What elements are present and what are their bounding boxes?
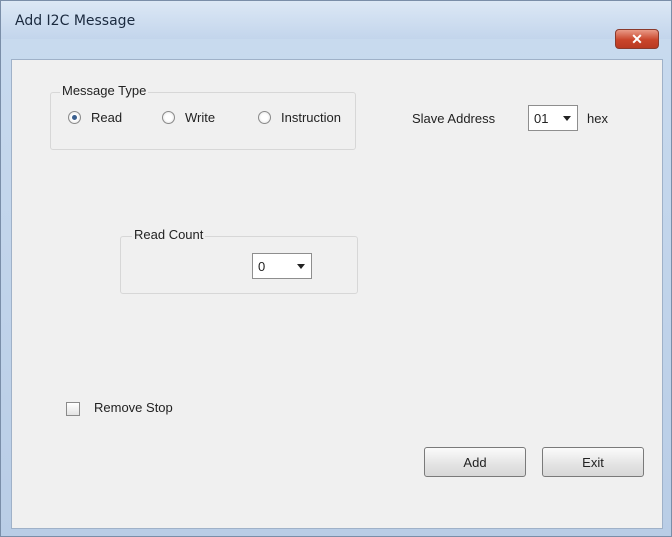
radio-write-indicator [162,111,175,124]
close-button[interactable]: ✕ [615,29,659,49]
radio-write[interactable]: Write [162,110,215,125]
message-type-label: Message Type [60,83,149,98]
radio-read-label: Read [91,110,123,125]
read-count-group [120,236,358,294]
radio-write-label: Write [185,110,216,125]
radio-read[interactable]: Read [68,110,122,125]
radio-instruction[interactable]: Instruction [258,110,341,125]
remove-stop-box [66,402,80,416]
title-bar: Add I2C Message ✕ [1,1,671,49]
slave-address-unit: hex [587,111,608,126]
radio-instruction-label: Instruction [281,110,341,125]
read-count-label: Read Count [132,227,206,242]
remove-stop-checkbox[interactable]: Remove Stop [66,400,206,420]
exit-button[interactable]: Exit [542,447,644,477]
read-count-value: 0 [258,258,266,274]
dialog-window: Add I2C Message ✕ Message Type Read Writ… [0,0,672,537]
radio-read-indicator [68,111,81,124]
exit-button-label: Exit [582,454,604,470]
remove-stop-label: Remove Stop [94,400,173,415]
chevron-down-icon [563,116,571,121]
read-count-select[interactable]: 0 [252,253,312,279]
close-icon: ✕ [631,30,643,47]
slave-address-value: 01 [534,110,549,126]
add-button[interactable]: Add [424,447,526,477]
add-button-label: Add [463,454,487,470]
radio-instruction-indicator [258,111,271,124]
slave-address-label: Slave Address [412,111,496,126]
dialog-body: Message Type Read Write Instruction Slav… [11,59,663,529]
chevron-down-icon [297,264,305,269]
window-title: Add I2C Message [15,13,136,29]
slave-address-select[interactable]: 01 [528,105,578,131]
